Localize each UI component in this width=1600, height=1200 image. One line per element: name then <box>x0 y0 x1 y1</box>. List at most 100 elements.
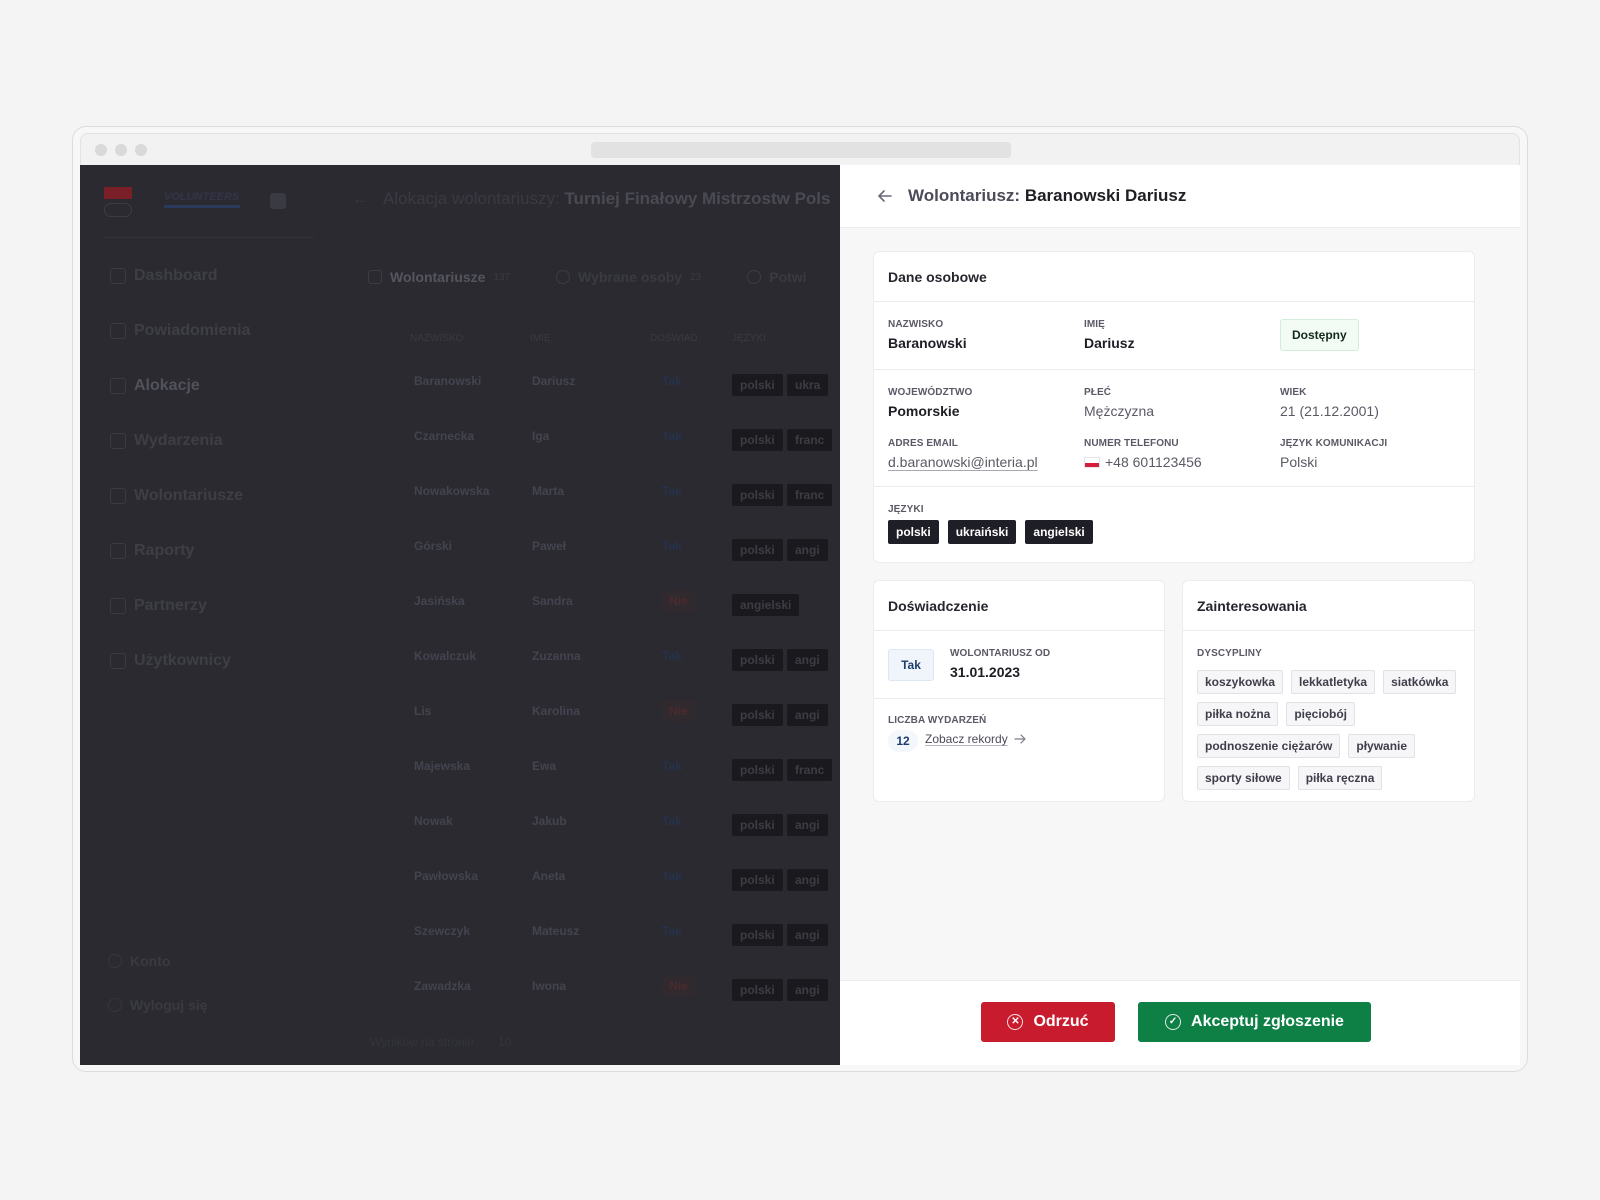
window-maximize-dot[interactable] <box>135 144 147 156</box>
view-records-link[interactable]: Zobacz rekordy <box>925 732 1026 746</box>
status-badge: Dostępny <box>1280 319 1359 351</box>
nav-icon <box>110 268 126 284</box>
divider <box>874 486 1474 487</box>
cell-name: Paweł <box>532 539 567 553</box>
table-row[interactable]: Baranowski Dariusz Tak polski ukra <box>80 374 840 429</box>
cell-surname: Zawadzka <box>414 979 471 993</box>
panel-title: Wolontariusz: Baranowski Dariusz <box>908 186 1186 206</box>
language-tag: polski <box>732 704 783 726</box>
panel-footer: ✕ Odrzuć ✓ Akceptuj zgłoszenie <box>840 980 1520 1065</box>
window-close-dot[interactable] <box>95 144 107 156</box>
check-circle-icon: ✓ <box>1165 1014 1182 1030</box>
cell-experience: Tak <box>662 429 682 443</box>
table-row[interactable]: Czarnecka Iga Tak polski franc <box>80 429 840 484</box>
table-row[interactable]: Zawadzka Iwona Nie polski angi <box>80 975 840 1034</box>
back-arrow-icon[interactable]: ← <box>352 189 369 209</box>
tab-confirmed[interactable]: Potwi <box>747 269 807 285</box>
cell-experience: Nie <box>662 590 695 612</box>
field-label: JĘZYKI <box>888 504 924 515</box>
poland-flag-icon <box>1084 457 1100 468</box>
column-header-languages[interactable]: JĘZYKI <box>732 333 766 344</box>
table-row[interactable]: Górski Paweł Tak polski angi <box>80 539 840 594</box>
olympic-rings-icon <box>104 203 132 217</box>
arrow-right-icon <box>1014 734 1026 744</box>
sidebar-item-label: Powiadomienia <box>134 322 251 339</box>
cell-experience: Tak <box>662 649 682 663</box>
page-size-select[interactable]: 10 <box>498 1035 511 1049</box>
column-header-surname[interactable]: NAZWISKO <box>410 333 463 344</box>
table-row[interactable]: Nowakowska Marta Tak polski franc <box>80 484 840 539</box>
table-row[interactable]: Pawłowska Aneta Tak polski angi <box>80 869 840 924</box>
languages-list: polski ukraiński angielski <box>888 520 1093 544</box>
table-row[interactable]: Nowak Jakub Tak polski angi <box>80 814 840 869</box>
sidebar-collapse-icon[interactable] <box>270 193 286 209</box>
page-title-event: Turniej Finałowy Mistrzostw Pols <box>564 189 831 208</box>
cell-surname: Czarnecka <box>414 429 475 443</box>
discipline-tag: siatkówka <box>1383 670 1457 694</box>
email-link[interactable]: d.baranowski@interia.pl <box>888 454 1038 470</box>
sex-value: Mężczyzna <box>1084 403 1155 419</box>
tab-count: 23 <box>690 271 702 283</box>
accept-label: Akceptuj zgłoszenie <box>1191 1013 1344 1030</box>
cell-name: Karolina <box>532 704 581 718</box>
phone-number: +48 601123456 <box>1105 454 1202 470</box>
communication-language-value: Polski <box>1280 454 1318 470</box>
reject-label: Odrzuć <box>1033 1013 1089 1030</box>
card-title: Dane osobowe <box>874 252 1474 302</box>
background-app-overlay[interactable]: VOLUNTEERS Dashboard Powiadomienia Alokacj… <box>80 165 840 1065</box>
panel-title-name: Baranowski Dariusz <box>1024 186 1187 205</box>
language-tag: angi <box>787 979 828 1001</box>
cell-experience: Nie <box>662 975 695 997</box>
tab-selected[interactable]: Wybrane osoby 23 <box>556 269 701 285</box>
tab-volunteers[interactable]: Wolontariusze 137 <box>368 269 510 285</box>
language-tag: angi <box>787 924 828 946</box>
cell-name: Dariusz <box>532 374 576 388</box>
logo-swoosh <box>164 205 240 208</box>
accept-button[interactable]: ✓ Akceptuj zgłoszenie <box>1138 1002 1371 1042</box>
language-tag: polski <box>732 429 783 451</box>
discipline-tag: podnoszenie ciężarów <box>1197 734 1341 758</box>
language-tag: franc <box>787 484 833 506</box>
sidebar-item[interactable]: Powiadomienia <box>110 322 250 340</box>
field-label: WIEK <box>1280 387 1307 398</box>
sidebar-item[interactable]: Dashboard <box>110 267 218 285</box>
app-viewport: VOLUNTEERS Dashboard Powiadomienia Alokacj… <box>80 165 1520 1065</box>
tab-count: 137 <box>493 271 511 283</box>
logo-flag <box>104 187 132 199</box>
language-tag: ukra <box>787 374 829 396</box>
back-arrow-icon[interactable] <box>874 185 896 207</box>
volunteer-since-value: 31.01.2023 <box>950 664 1021 680</box>
language-tag: polski <box>732 649 783 671</box>
language-tag: polski <box>732 814 783 836</box>
language-tag: polski <box>888 520 939 544</box>
field-label: IMIĘ <box>1084 319 1105 330</box>
cell-name: Sandra <box>532 594 573 608</box>
x-circle-icon: ✕ <box>1007 1014 1024 1030</box>
cell-surname: Górski <box>414 539 453 553</box>
language-tag: polski <box>732 924 783 946</box>
language-tag: polski <box>732 869 783 891</box>
page-title: ← Alokacja wolontariuszy: Turniej Finało… <box>352 189 831 209</box>
cell-surname: Majewska <box>414 759 471 773</box>
cell-experience: Nie <box>662 700 695 722</box>
personal-data-card: Dane osobowe NAZWISKO Baranowski IMIĘ Da… <box>873 251 1475 563</box>
discipline-tag: piłka nożna <box>1197 702 1279 726</box>
reject-button[interactable]: ✕ Odrzuć <box>981 1002 1115 1042</box>
column-header-name[interactable]: IMIĘ <box>530 333 551 344</box>
cell-surname: Lis <box>414 704 432 718</box>
table-row[interactable]: Kowalczuk Zuzanna Tak polski angi <box>80 649 840 704</box>
table-row[interactable]: Szewczyk Mateusz Tak polski angi <box>80 924 840 979</box>
table-row[interactable]: Lis Karolina Nie polski angi <box>80 700 840 759</box>
column-header-experience[interactable]: DOŚWIAD. <box>650 333 701 344</box>
field-label: NAZWISKO <box>888 319 944 330</box>
nav-icon <box>110 323 126 339</box>
cell-experience: Tak <box>662 869 682 883</box>
table-row[interactable]: Majewska Ewa Tak polski franc <box>80 759 840 814</box>
table-row[interactable]: Jasińska Sandra Nie angielski <box>80 590 840 649</box>
tab-label: Wybrane osoby <box>578 269 683 285</box>
cell-name: Zuzanna <box>532 649 581 663</box>
address-bar[interactable] <box>591 142 1011 158</box>
cell-experience: Tak <box>662 374 682 388</box>
volunteer-detail-panel: Wolontariusz: Baranowski Dariusz Dane os… <box>840 165 1520 1065</box>
window-minimize-dot[interactable] <box>115 144 127 156</box>
